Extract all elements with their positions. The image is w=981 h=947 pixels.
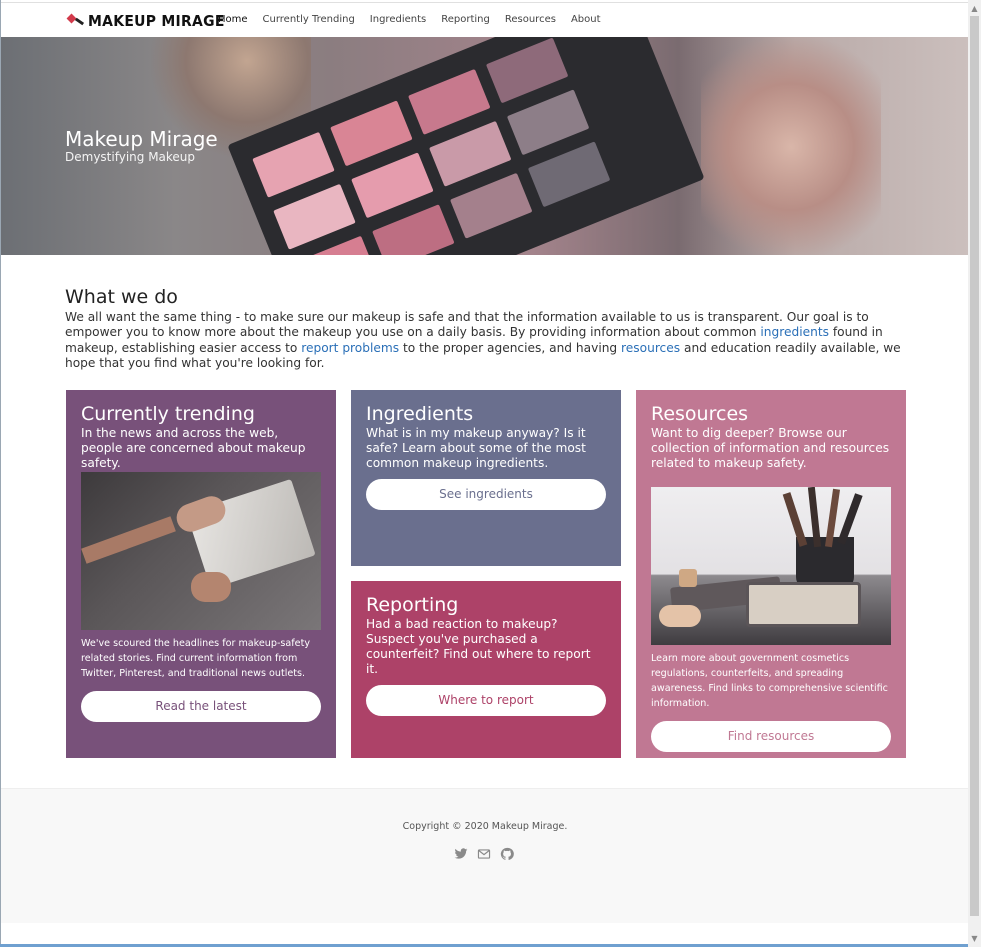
mail-icon[interactable] (477, 846, 491, 860)
makeup-brushes-photo (651, 487, 891, 645)
navbar: MAKEUP MIRAGE Home Currently Trending In… (1, 2, 968, 36)
nav-link-resources[interactable]: Resources (505, 14, 556, 25)
hero-subtitle: Demystifying Makeup (65, 150, 196, 164)
read-the-latest-button[interactable]: Read the latest (81, 691, 321, 722)
card-currently-trending-footer: We've scoured the headlines for makeup-s… (66, 636, 336, 722)
card-ingredients: Ingredients What is in my makeup anyway?… (351, 390, 621, 566)
card-reporting: Reporting Had a bad reaction to makeup? … (351, 581, 621, 758)
scroll-up-icon[interactable]: ▲ (968, 2, 981, 15)
scroll-down-icon[interactable]: ▼ (968, 932, 981, 945)
card-title: Ingredients (366, 403, 474, 425)
footer: Copyright © 2020 Makeup Mirage. (1, 788, 968, 923)
github-icon[interactable] (500, 846, 514, 860)
ingredients-link[interactable]: ingredients (760, 325, 829, 339)
card-body: Learn more about government cosmetics re… (651, 653, 888, 709)
vertical-scrollbar[interactable]: ▲ ▼ (968, 0, 981, 947)
brand[interactable]: MAKEUP MIRAGE (66, 11, 235, 31)
nav-link-ingredients[interactable]: Ingredients (370, 14, 426, 25)
card-lead: Had a bad reaction to makeup? Suspect yo… (366, 617, 591, 676)
card-title: Currently trending (81, 403, 255, 425)
card-title: Reporting (366, 594, 459, 616)
nav-link-about[interactable]: About (571, 14, 601, 25)
newspaper-photo (81, 472, 321, 630)
card-lead: Want to dig deeper? Browse our collectio… (651, 426, 890, 470)
nav-links: Home Currently Trending Ingredients Repo… (218, 14, 616, 25)
card-lead: In the news and across the web, people a… (81, 426, 306, 470)
find-resources-button[interactable]: Find resources (651, 721, 891, 752)
nav-link-reporting[interactable]: Reporting (441, 14, 490, 25)
scrollbar-thumb[interactable] (970, 16, 979, 916)
section-heading: What we do (65, 286, 178, 308)
hero-banner: Makeup Mirage Demystifying Makeup (1, 37, 968, 255)
brand-name: MAKEUP MIRAGE (88, 12, 225, 30)
card-resources-footer: Learn more about government cosmetics re… (636, 651, 906, 752)
card-lead: What is in my makeup anyway? Is it safe?… (366, 426, 586, 470)
report-problems-link[interactable]: report problems (301, 341, 399, 355)
page-viewport: MAKEUP MIRAGE Home Currently Trending In… (0, 0, 968, 947)
see-ingredients-button[interactable]: See ingredients (366, 479, 606, 510)
brand-logo-icon (66, 13, 86, 28)
section-intro: We all want the same thing - to make sur… (65, 310, 901, 370)
card-body: We've scoured the headlines for makeup-s… (81, 638, 311, 679)
twitter-icon[interactable] (454, 846, 468, 860)
hero-title: Makeup Mirage (65, 127, 218, 151)
nav-link-home[interactable]: Home (218, 14, 248, 25)
resources-link[interactable]: resources (621, 341, 680, 355)
copyright-text: Copyright © 2020 Makeup Mirage. (402, 821, 568, 832)
social-links (454, 846, 514, 860)
where-to-report-button[interactable]: Where to report (366, 685, 606, 716)
nav-link-currently-trending[interactable]: Currently Trending (263, 14, 355, 25)
card-title: Resources (651, 403, 749, 425)
